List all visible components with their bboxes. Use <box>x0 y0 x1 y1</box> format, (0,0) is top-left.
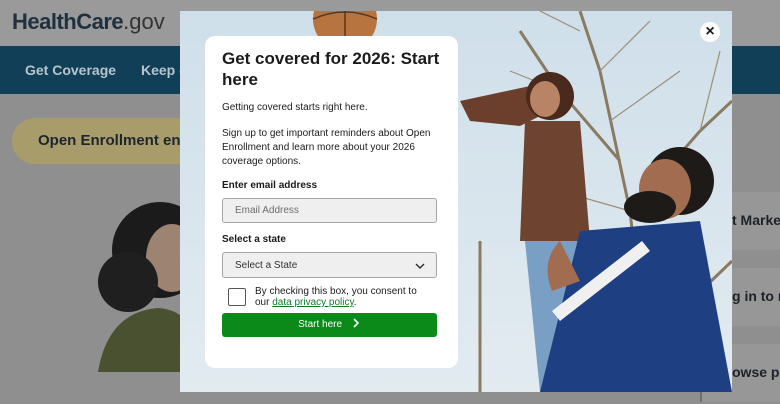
close-icon[interactable]: × <box>700 22 720 42</box>
state-label: Select a state <box>222 234 286 245</box>
side-link-label: t Marke <box>732 212 780 228</box>
side-link-label: g in to m <box>732 288 780 304</box>
email-input[interactable] <box>222 198 437 223</box>
email-label: Enter email address <box>222 180 318 191</box>
logo-text-main: HealthCare <box>12 9 124 34</box>
signup-card: Get covered for 2026: Start here Getting… <box>205 36 458 368</box>
nav-item-get-coverage[interactable]: Get Coverage <box>25 62 116 78</box>
state-select-value: Select a State <box>235 260 298 271</box>
state-select[interactable]: Select a State <box>222 252 437 278</box>
modal-intro: Getting covered starts right here. <box>222 102 368 113</box>
consent-row: By checking this box, you consent to our… <box>222 286 441 312</box>
healthcare-gov-logo[interactable]: HealthCare.gov <box>12 9 165 35</box>
modal-body-text: Sign up to get important reminders about… <box>222 128 431 167</box>
logo-text-suffix: .gov <box>123 9 165 34</box>
chevron-right-icon <box>353 318 359 328</box>
chevron-down-icon <box>415 263 425 270</box>
consent-checkbox[interactable] <box>228 288 246 306</box>
open-enrollment-text: Open Enrollment end <box>38 132 190 149</box>
side-link-label: owse pl <box>732 364 780 380</box>
consent-text: By checking this box, you consent to our… <box>255 286 430 308</box>
consent-period: . <box>353 297 357 308</box>
modal-title: Get covered for 2026: Start here <box>222 49 440 89</box>
privacy-policy-link[interactable]: data privacy policy <box>272 297 354 308</box>
start-here-label: Start here <box>298 319 343 330</box>
start-here-button[interactable]: Start here <box>222 313 437 337</box>
